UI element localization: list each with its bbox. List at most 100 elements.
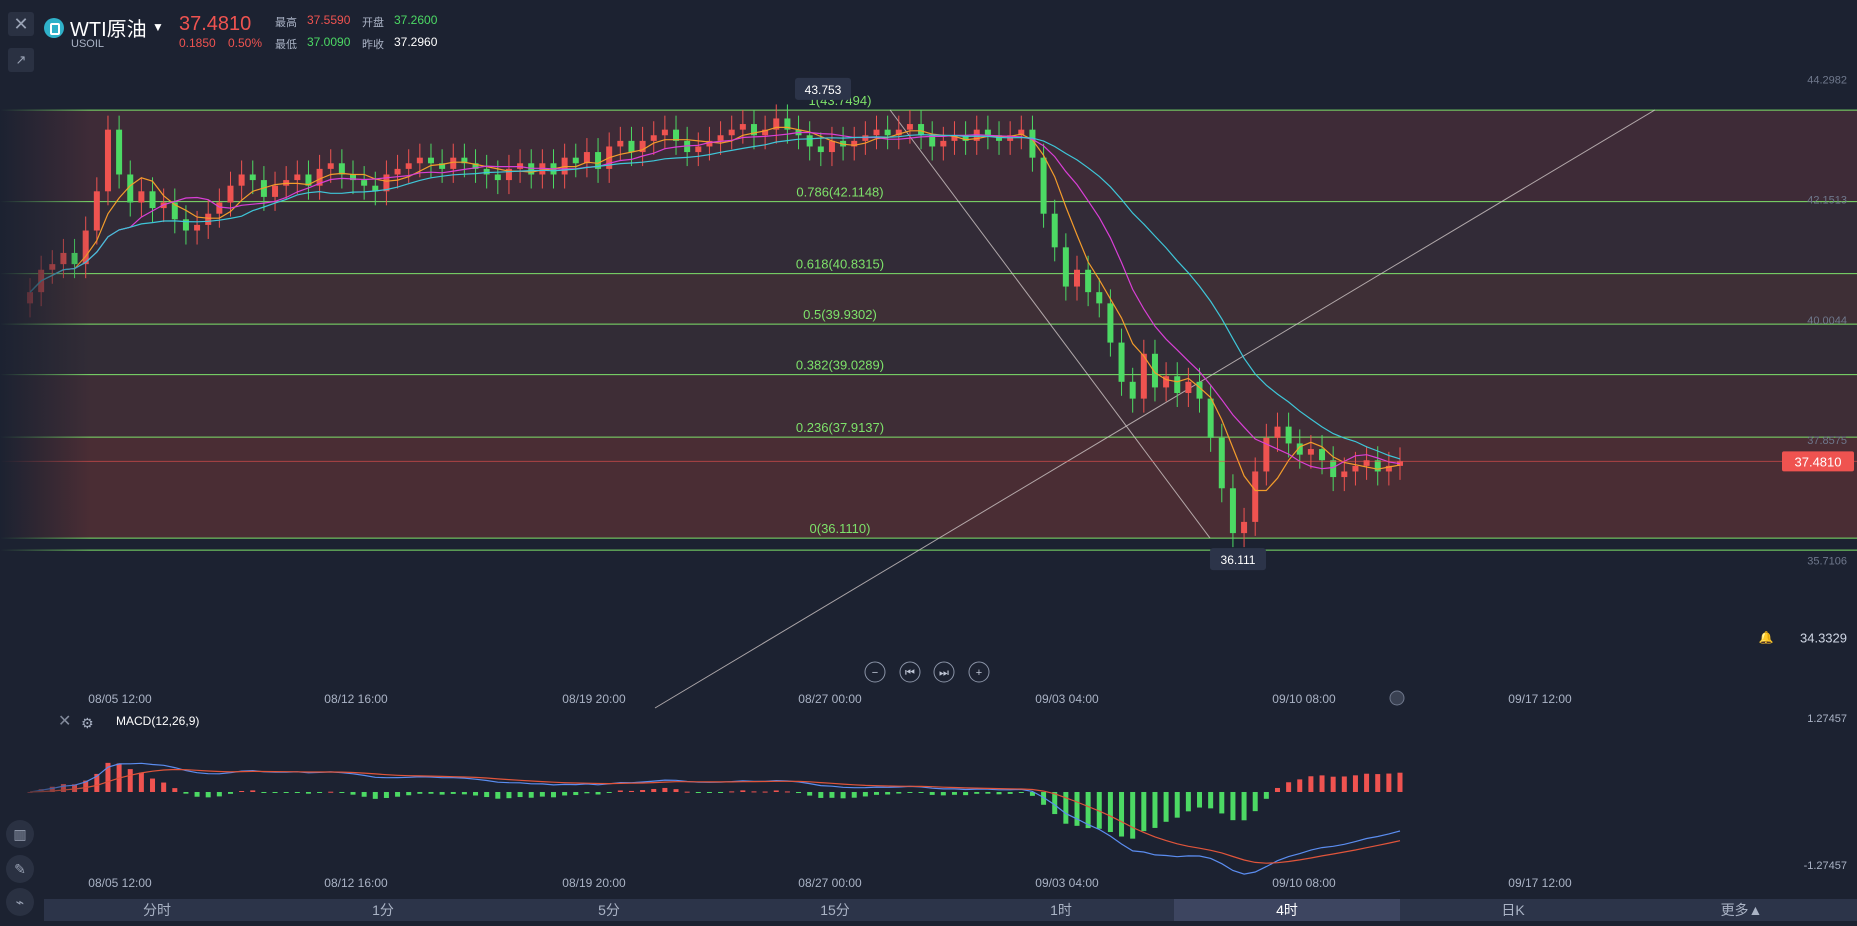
close-icon[interactable]: ✕	[8, 12, 34, 36]
trend-icon[interactable]: ⌁	[6, 888, 34, 916]
candle-body	[205, 213, 212, 225]
macd-histogram-bar	[1286, 782, 1292, 792]
tab-5min[interactable]: 5分	[496, 899, 722, 921]
macd-histogram-bar	[216, 792, 222, 797]
macd-histogram-bar	[940, 792, 946, 796]
macd-histogram-bar	[1074, 792, 1080, 826]
macd-histogram-bar	[606, 792, 612, 793]
period-tab-bar: 分时 1分 5分 15分 1时 4时 日K 更多▲	[44, 899, 1857, 921]
macd-histogram-bar	[417, 792, 423, 794]
macd-axis-bottom: -1.27457	[1804, 860, 1847, 872]
candle-body	[294, 174, 301, 181]
candle-body	[817, 146, 824, 153]
tab-fenshi[interactable]: 分时	[44, 899, 270, 921]
candle-body	[1285, 426, 1292, 444]
macd-histogram-bar	[350, 792, 356, 795]
indicator-icon[interactable]: ▥	[6, 820, 34, 848]
scroll-latest-icon	[1389, 690, 1405, 706]
fib-label: 0(36.1110)	[810, 521, 871, 536]
macd-histogram-bar	[461, 792, 467, 795]
macd-histogram-bar	[784, 791, 790, 793]
macd-histogram-bar	[1386, 773, 1392, 792]
time-label: 08/05 12:00	[88, 692, 152, 706]
tab-4hour[interactable]: 4时	[1174, 899, 1400, 921]
low-label: 最低	[275, 39, 297, 51]
candle-body	[728, 129, 735, 136]
candle-body	[249, 174, 256, 181]
macd-histogram-bar	[1018, 792, 1024, 793]
candle-body	[1229, 488, 1236, 534]
macd-histogram-bar	[172, 788, 178, 792]
macd-histogram-bar	[294, 792, 300, 793]
macd-histogram-bar	[506, 792, 512, 799]
time-label: 09/10 08:00	[1272, 692, 1336, 706]
candle-body	[739, 124, 746, 130]
fib-label: 0.5(39.9302)	[803, 307, 877, 322]
price-axis-label: 42.1513	[1807, 195, 1847, 207]
macd-histogram-bar	[161, 782, 167, 792]
macd-histogram-bar	[573, 792, 579, 796]
macd-histogram-bar	[974, 792, 980, 794]
pencil-icon[interactable]: ✎	[6, 855, 34, 883]
chart-canvas[interactable]: 1(43.7494)0.786(42.1148)0.618(40.8315)0.…	[0, 0, 1857, 921]
macd-histogram-bar	[929, 792, 935, 795]
macd-histogram-bar	[1297, 779, 1303, 792]
time-label: 08/19 20:00	[562, 692, 626, 706]
price-axis-label: 37.8575	[1807, 435, 1847, 447]
macd-histogram-bar	[951, 792, 957, 795]
candle-body	[984, 129, 991, 136]
candle-body	[1107, 303, 1114, 343]
candle-body	[427, 157, 434, 164]
macd-histogram-bar	[317, 792, 323, 793]
last-price: 37.4810	[179, 13, 252, 35]
candle-body	[1040, 157, 1047, 214]
fib-band	[0, 201, 1857, 274]
caret-down-icon[interactable]: ▼	[152, 20, 164, 34]
bell-icon: 🔔	[1759, 631, 1774, 645]
low-marker: 36.111	[1221, 553, 1256, 567]
fib-label: 0.236(37.9137)	[796, 420, 884, 435]
macd-histogram-bar	[1219, 792, 1225, 814]
open-label: 开盘	[362, 17, 384, 29]
macd-histogram-bar	[963, 792, 969, 796]
macd-histogram-bar	[484, 792, 490, 798]
macd-title: MACD(12,26,9)	[116, 714, 199, 728]
tab-1hour[interactable]: 1时	[948, 899, 1174, 921]
candle-body	[717, 135, 724, 141]
macd-dea-line	[29, 768, 1401, 864]
candle-body	[583, 152, 590, 164]
macd-histogram-bar	[395, 792, 401, 797]
macd-histogram-bar	[539, 792, 545, 797]
open-value: 37.2600	[394, 13, 438, 27]
candle-body	[906, 124, 913, 130]
tab-15min[interactable]: 15分	[722, 899, 948, 921]
macd-histogram-bar	[205, 792, 211, 798]
candle-body	[227, 185, 234, 203]
tab-daily[interactable]: 日K	[1400, 899, 1626, 921]
time-label: 09/17 12:00	[1508, 692, 1572, 706]
macd-histogram-bar	[729, 791, 735, 793]
macd-dif-line	[29, 762, 1401, 875]
candle-body	[1096, 292, 1103, 304]
time-label: 08/12 16:00	[324, 692, 388, 706]
candle-body	[1196, 381, 1203, 399]
macd-histogram-bar	[662, 787, 668, 792]
candle-body	[394, 168, 401, 175]
macd-histogram-bar	[1197, 792, 1203, 808]
candle-body	[216, 202, 223, 214]
macd-histogram-bar	[439, 792, 445, 795]
candle-body	[1241, 521, 1248, 534]
macd-histogram-bar	[328, 791, 334, 793]
macd-histogram-bar	[840, 792, 846, 799]
macd-histogram-bar	[673, 789, 679, 792]
tab-more[interactable]: 更多▲	[1626, 899, 1857, 921]
tab-1min[interactable]: 1分	[270, 899, 496, 921]
candle-body	[1174, 376, 1181, 394]
chart-area[interactable]: 1(43.7494) 0.786(42.1148) 0.618(40.8315) 0.…	[0, 0, 1857, 921]
draw-tool-icon[interactable]: ↗	[8, 48, 34, 72]
candle-body	[1274, 426, 1281, 438]
macd-histogram-bar	[651, 788, 657, 792]
candle-body	[327, 163, 334, 169]
macd-histogram-bar	[996, 792, 1002, 795]
symbol-icon	[44, 18, 64, 38]
